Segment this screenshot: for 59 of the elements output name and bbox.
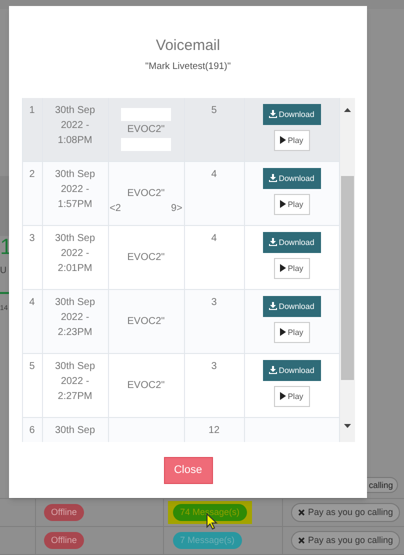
row-number: 6 xyxy=(29,424,35,436)
download-icon xyxy=(268,302,277,310)
download-icon xyxy=(268,174,277,182)
date-cell-text: 30th Sep 2022 - 1:57PM xyxy=(54,168,96,212)
duration-cell: 3 xyxy=(211,360,217,372)
scroll-thumb[interactable] xyxy=(340,176,354,380)
play-button[interactable]: Play xyxy=(274,386,310,407)
caller-text: EVOC2" xyxy=(127,250,165,265)
play-icon xyxy=(280,392,286,400)
download-button[interactable]: Download xyxy=(262,232,320,253)
plan-label: Pay as you go calling xyxy=(308,506,394,519)
play-button[interactable]: Play xyxy=(274,258,310,279)
row-number: 5 xyxy=(29,360,35,372)
caller-text: EVOC2" xyxy=(127,186,165,201)
row-number: 3 xyxy=(29,232,35,244)
dialog-subtitle: "Mark Livetest(191)" xyxy=(145,60,231,74)
close-icon xyxy=(298,509,305,516)
close-icon xyxy=(298,537,305,544)
duration-cell: 4 xyxy=(211,168,217,180)
play-icon xyxy=(280,200,286,208)
caller-text: EVOC2" xyxy=(127,122,165,137)
caller-text: <2 xyxy=(110,202,121,216)
scroll-down-icon[interactable] xyxy=(344,424,350,428)
duration-cell: 5 xyxy=(211,104,217,116)
download-button[interactable]: Download xyxy=(262,168,320,189)
date-cell-text: 30th Sep xyxy=(54,424,96,438)
play-icon xyxy=(280,264,286,272)
caller-text: EVOC2" xyxy=(127,314,165,329)
scroll-up-icon[interactable] xyxy=(344,108,350,112)
date-cell-text: 30th Sep 2022 - 1:08PM xyxy=(54,104,96,148)
panel-background xyxy=(0,176,9,236)
download-icon xyxy=(268,110,277,118)
play-button[interactable]: Play xyxy=(274,322,310,343)
status-badge: Offline xyxy=(44,532,84,550)
date-cell-text: 30th Sep 2022 - 2:27PM xyxy=(54,360,96,404)
play-icon xyxy=(280,136,286,144)
duration-cell: 12 xyxy=(208,424,220,436)
status-badge: Offline xyxy=(44,504,84,522)
play-icon xyxy=(280,328,286,336)
date-cell-text: 30th Sep 2022 - 2:01PM xyxy=(54,232,96,276)
row-number: 4 xyxy=(29,296,35,308)
download-button[interactable]: Download xyxy=(262,104,320,125)
duration-cell: 4 xyxy=(211,232,217,244)
play-button[interactable]: Play xyxy=(274,130,310,151)
row-number: 1 xyxy=(29,104,35,116)
play-button[interactable]: Play xyxy=(274,194,310,215)
plan-label: Pay as you go calling xyxy=(308,534,394,547)
row-number: 2 xyxy=(29,168,35,180)
download-button[interactable]: Download xyxy=(262,360,320,381)
download-icon xyxy=(268,238,277,246)
scrollbar[interactable] xyxy=(340,98,354,442)
side-text: U xyxy=(0,264,6,277)
download-button[interactable]: Download xyxy=(262,296,320,317)
download-icon xyxy=(268,366,277,374)
caller-text: 9> xyxy=(171,202,182,216)
duration-cell: 3 xyxy=(211,296,217,308)
caller-text: EVOC2" xyxy=(127,378,165,393)
date-cell-text: 30th Sep 2022 - 2:23PM xyxy=(54,296,96,340)
dialog-title: Voicemail xyxy=(156,36,220,56)
